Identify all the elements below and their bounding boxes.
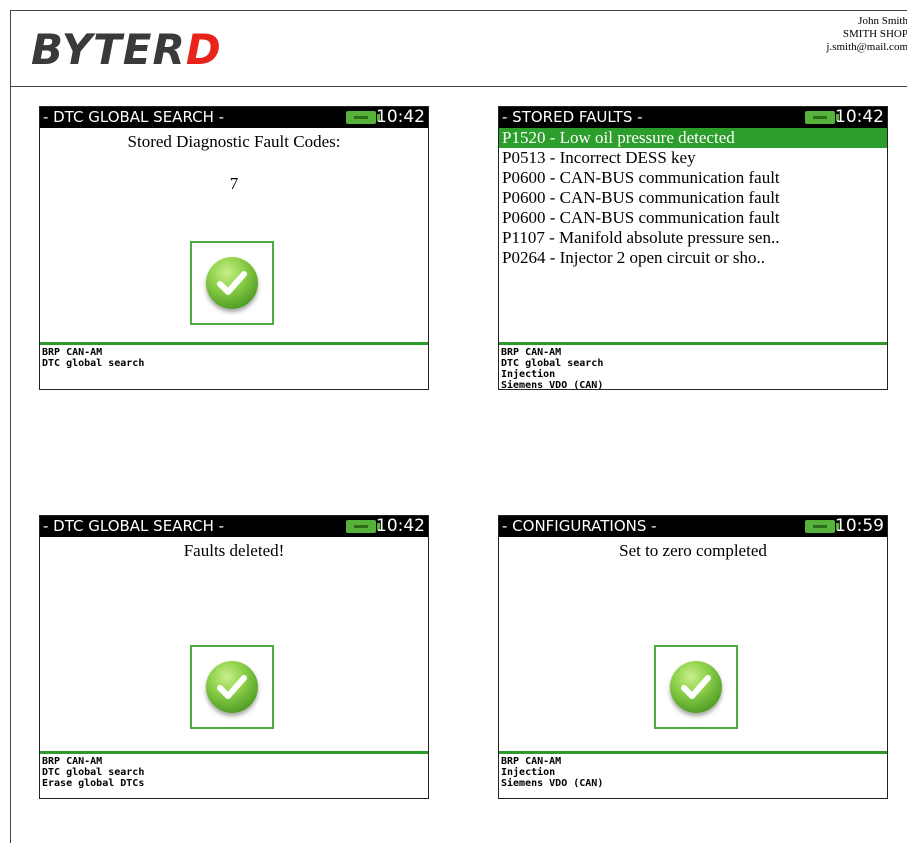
checkmark-icon bbox=[206, 661, 258, 713]
page-header: BYTERD John Smith SMITH SHOP j.smith@mai… bbox=[11, 11, 907, 87]
screen-titlebar: - CONFIGURATIONS - 10:59 bbox=[499, 516, 887, 537]
fault-row-selected[interactable]: P1520 - Low oil pressure detected bbox=[499, 128, 887, 148]
fault-count: 7 bbox=[229, 174, 239, 193]
footer-line: DTC global search bbox=[501, 358, 604, 369]
checkmark-icon bbox=[670, 661, 722, 713]
battery-icon bbox=[805, 111, 839, 124]
fault-list: P1520 - Low oil pressure detected P0513 … bbox=[499, 128, 887, 268]
footer-line: DTC global search bbox=[42, 358, 145, 369]
screen-titlebar: - DTC GLOBAL SEARCH - 10:42 bbox=[40, 516, 428, 537]
battery-icon bbox=[346, 520, 380, 533]
footer-line: BRP CAN-AM bbox=[42, 347, 103, 358]
device-screen-dtc-count: - DTC GLOBAL SEARCH - 10:42 Stored Diagn… bbox=[39, 106, 429, 390]
contact-block: John Smith SMITH SHOP j.smith@mail.com bbox=[826, 15, 907, 54]
status-divider bbox=[499, 751, 887, 754]
device-screen-configurations: - CONFIGURATIONS - 10:59 Set to zero com… bbox=[498, 515, 888, 799]
clock-time: 10:42 bbox=[376, 107, 425, 127]
footer-line: DTC global search bbox=[42, 767, 145, 778]
breadcrumb-footer: BRP CAN-AM DTC global search Injection S… bbox=[501, 347, 887, 390]
logo-text-part1: BYTER bbox=[31, 25, 186, 74]
status-divider bbox=[40, 342, 428, 345]
ok-button[interactable] bbox=[190, 241, 274, 325]
device-screen-stored-faults: - STORED FAULTS - 10:42 P1520 - Low oil … bbox=[498, 106, 888, 390]
screen-message: Set to zero completed bbox=[619, 541, 767, 560]
screen-message: Faults deleted! bbox=[183, 541, 285, 560]
logo-text-part2: D bbox=[185, 25, 222, 74]
battery-icon bbox=[346, 111, 380, 124]
fault-row[interactable]: P0513 - Incorrect DESS key bbox=[499, 148, 887, 168]
screen-titlebar: - STORED FAULTS - 10:42 bbox=[499, 107, 887, 128]
screen-titlebar: - DTC GLOBAL SEARCH - 10:42 bbox=[40, 107, 428, 128]
fault-row[interactable]: P0600 - CAN-BUS communication fault bbox=[499, 208, 887, 228]
footer-line: BRP CAN-AM bbox=[42, 756, 103, 767]
breadcrumb-footer: BRP CAN-AM DTC global search Erase globa… bbox=[42, 756, 428, 789]
footer-line: BRP CAN-AM bbox=[501, 347, 562, 358]
screen-body: Faults deleted! bbox=[40, 537, 428, 751]
breadcrumb-footer: BRP CAN-AM Injection Siemens VDO (CAN) bbox=[501, 756, 887, 789]
contact-shop: SMITH SHOP bbox=[842, 28, 907, 40]
contact-name: John Smith bbox=[858, 15, 907, 27]
screen-body: Stored Diagnostic Fault Codes: 7 bbox=[40, 128, 428, 342]
breadcrumb-footer: BRP CAN-AM DTC global search bbox=[42, 347, 428, 369]
screen-title: - DTC GLOBAL SEARCH - bbox=[43, 517, 225, 535]
fault-row[interactable]: P0264 - Injector 2 open circuit or sho.. bbox=[499, 248, 887, 268]
checkmark-icon bbox=[206, 257, 258, 309]
fault-row[interactable]: P1107 - Manifold absolute pressure sen.. bbox=[499, 228, 887, 248]
fault-row[interactable]: P0600 - CAN-BUS communication fault bbox=[499, 168, 887, 188]
clock-time: 10:42 bbox=[376, 516, 425, 536]
clock-time: 10:59 bbox=[835, 516, 884, 536]
document-page: BYTERD John Smith SMITH SHOP j.smith@mai… bbox=[10, 10, 907, 843]
screen-body: Set to zero completed bbox=[499, 537, 887, 751]
screen-title: - CONFIGURATIONS - bbox=[502, 517, 657, 535]
contact-email: j.smith@mail.com bbox=[826, 41, 907, 53]
byterd-logo: BYTERD bbox=[31, 25, 222, 75]
device-screen-faults-deleted: - DTC GLOBAL SEARCH - 10:42 Faults delet… bbox=[39, 515, 429, 799]
status-divider bbox=[499, 342, 887, 345]
footer-line: BRP CAN-AM bbox=[501, 756, 562, 767]
footer-line: Erase global DTCs bbox=[42, 778, 145, 789]
screen-message: Stored Diagnostic Fault Codes: bbox=[127, 132, 341, 151]
ok-button[interactable] bbox=[654, 645, 738, 729]
ok-button[interactable] bbox=[190, 645, 274, 729]
status-divider bbox=[40, 751, 428, 754]
screen-title: - STORED FAULTS - bbox=[502, 108, 643, 126]
battery-icon bbox=[805, 520, 839, 533]
footer-line: Injection bbox=[501, 369, 556, 380]
footer-line: Siemens VDO (CAN) bbox=[501, 778, 604, 789]
fault-row[interactable]: P0600 - CAN-BUS communication fault bbox=[499, 188, 887, 208]
clock-time: 10:42 bbox=[835, 107, 884, 127]
footer-line: Injection bbox=[501, 767, 556, 778]
screen-body: P1520 - Low oil pressure detected P0513 … bbox=[499, 128, 887, 342]
footer-line: Siemens VDO (CAN) bbox=[501, 380, 604, 390]
screen-title: - DTC GLOBAL SEARCH - bbox=[43, 108, 225, 126]
